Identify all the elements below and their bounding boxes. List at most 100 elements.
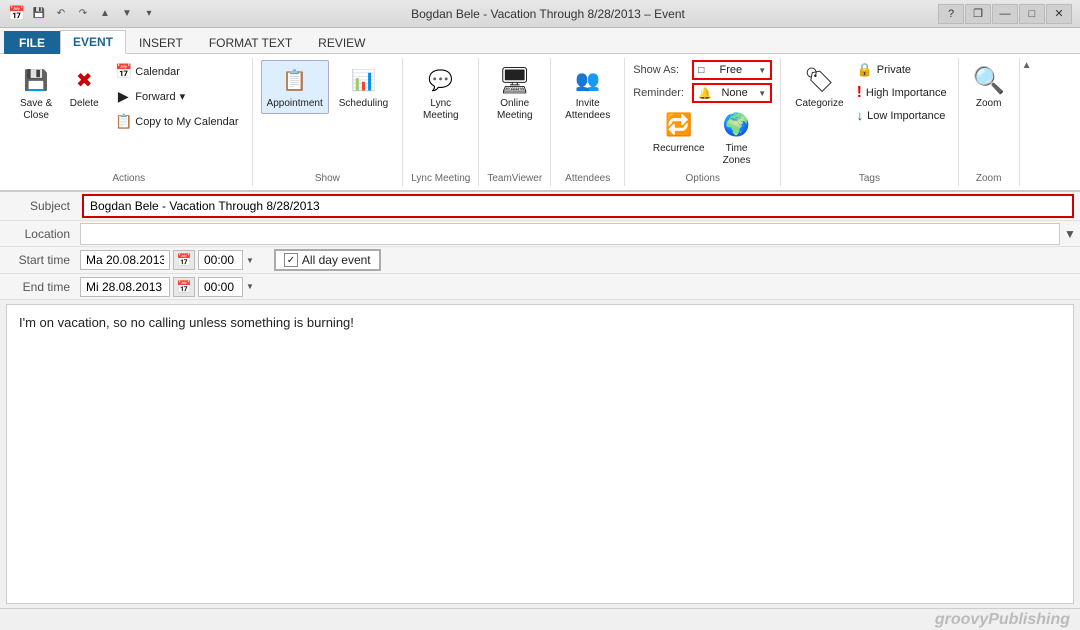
delete-button[interactable]: ✖ Delete bbox=[62, 60, 106, 114]
low-importance-tag[interactable]: ↓ Low Importance bbox=[854, 106, 950, 125]
lync-group-label: Lync Meeting bbox=[411, 171, 470, 184]
subject-row: Subject bbox=[0, 192, 1080, 221]
more-qa-btn[interactable]: ▾ bbox=[140, 5, 158, 23]
high-importance-tag[interactable]: ! High Importance bbox=[854, 82, 950, 104]
start-time-label: Start time bbox=[0, 250, 80, 270]
subject-label: Subject bbox=[0, 196, 80, 216]
move-up-btn[interactable]: ▲ bbox=[96, 5, 114, 23]
start-date-input[interactable] bbox=[80, 250, 170, 270]
copy-mycalendar-label: Copy to My Calendar bbox=[135, 116, 238, 128]
location-input[interactable] bbox=[80, 223, 1060, 245]
show-as-reminder-options: Show As: □ Free ▼ Reminder: 🔔 None ▼ bbox=[633, 60, 772, 103]
show-as-dropdown[interactable]: □ Free ▼ bbox=[692, 60, 772, 80]
attendees-content: 👥 InviteAttendees bbox=[559, 60, 616, 171]
move-down-btn[interactable]: ▼ bbox=[118, 5, 136, 23]
start-time-dropdown-arrow[interactable]: ▼ bbox=[246, 256, 254, 265]
online-meeting-button[interactable]: 🖥 OnlineMeeting bbox=[491, 60, 539, 126]
ribbon-group-show: 📋 Appointment 📊 Scheduling Show bbox=[253, 58, 404, 186]
tab-event[interactable]: EVENT bbox=[60, 30, 126, 54]
categorize-icon: 🏷 bbox=[803, 64, 835, 96]
location-row: Location ▼ bbox=[0, 221, 1080, 247]
calendar-small-icon: 📅 bbox=[115, 63, 131, 80]
end-date-picker-btn[interactable]: 📅 bbox=[173, 277, 195, 297]
show-content: 📋 Appointment 📊 Scheduling bbox=[261, 60, 395, 171]
show-as-value: Free bbox=[719, 64, 742, 76]
actions-group-label: Actions bbox=[14, 171, 244, 184]
scheduling-label: Scheduling bbox=[339, 98, 388, 110]
save-quick-btn[interactable]: 💾 bbox=[30, 5, 48, 23]
lync-meeting-label: LyncMeeting bbox=[423, 98, 459, 122]
zoom-label: Zoom bbox=[976, 98, 1002, 110]
save-close-icon: 💾 bbox=[20, 64, 52, 96]
event-body-area[interactable]: I'm on vacation, so no calling unless so… bbox=[6, 304, 1074, 604]
location-dropdown-btn[interactable]: ▼ bbox=[1060, 227, 1080, 241]
recurrence-button[interactable]: 🔁 Recurrence bbox=[647, 105, 711, 159]
reminder-dropdown[interactable]: 🔔 None ▼ bbox=[692, 83, 772, 103]
end-time-label: End time bbox=[0, 277, 80, 297]
title-bar: 📅 💾 ↶ ↷ ▲ ▼ ▾ Bogdan Bele - Vacation Thr… bbox=[0, 0, 1080, 28]
lync-meeting-button[interactable]: 💬 LyncMeeting bbox=[417, 60, 465, 126]
subject-input[interactable] bbox=[82, 194, 1074, 218]
tab-review[interactable]: REVIEW bbox=[305, 31, 378, 54]
time-zones-icon: 🌍 bbox=[721, 109, 753, 141]
recurrence-label: Recurrence bbox=[653, 143, 705, 155]
tab-insert[interactable]: INSERT bbox=[126, 31, 196, 54]
save-close-button[interactable]: 💾 Save &Close bbox=[14, 60, 58, 126]
start-time-input[interactable] bbox=[198, 250, 243, 270]
end-date-group: 📅 ▼ bbox=[80, 277, 254, 297]
ribbon-tabs: FILE EVENT INSERT FORMAT TEXT REVIEW bbox=[0, 28, 1080, 54]
lync-content: 💬 LyncMeeting bbox=[417, 60, 465, 171]
forward-button[interactable]: ▶ Forward ▾ bbox=[110, 85, 243, 108]
close-btn[interactable]: ✕ bbox=[1046, 4, 1072, 24]
restore-btn[interactable]: ❐ bbox=[965, 4, 991, 24]
forward-dropdown-arrow[interactable]: ▾ bbox=[180, 90, 186, 103]
end-time-dropdown-arrow[interactable]: ▼ bbox=[246, 282, 254, 291]
end-date-input[interactable] bbox=[80, 277, 170, 297]
scheduling-button[interactable]: 📊 Scheduling bbox=[333, 60, 394, 114]
maximize-btn[interactable]: □ bbox=[1019, 4, 1045, 24]
forward-icon: ▶ bbox=[115, 88, 131, 105]
quick-access-toolbar: 📅 💾 ↶ ↷ ▲ ▼ ▾ bbox=[8, 5, 158, 23]
actions-content: 💾 Save &Close ✖ Delete 📅 Calendar ▶ Forw… bbox=[14, 60, 244, 171]
ribbon-group-lync: 💬 LyncMeeting Lync Meeting bbox=[403, 58, 479, 186]
end-time-input[interactable] bbox=[198, 277, 243, 297]
private-tag[interactable]: 🔒 Private bbox=[854, 60, 950, 80]
categorize-button[interactable]: 🏷 Categorize bbox=[789, 60, 849, 114]
redo-btn[interactable]: ↷ bbox=[74, 5, 92, 23]
show-as-label: Show As: bbox=[633, 64, 688, 76]
delete-label: Delete bbox=[70, 98, 99, 110]
private-label: Private bbox=[877, 64, 911, 76]
all-day-event-checkbox[interactable]: ✓ All day event bbox=[274, 249, 381, 271]
show-as-checkbox-icon: □ bbox=[698, 65, 704, 76]
copy-mycalendar-button[interactable]: 📋 Copy to My Calendar bbox=[110, 110, 243, 133]
ribbon-collapse[interactable]: ▲ bbox=[1020, 58, 1034, 186]
help-btn[interactable]: ? bbox=[938, 4, 964, 24]
time-zones-button[interactable]: 🌍 TimeZones bbox=[715, 105, 759, 171]
ribbon-group-online: 🖥 OnlineMeeting TeamViewer bbox=[479, 58, 551, 186]
tab-format-text[interactable]: FORMAT TEXT bbox=[196, 31, 305, 54]
all-day-checkbox-box[interactable]: ✓ bbox=[284, 253, 298, 267]
time-zones-label: TimeZones bbox=[723, 143, 751, 167]
options-content: Show As: □ Free ▼ Reminder: 🔔 None ▼ bbox=[633, 60, 772, 103]
tab-file[interactable]: FILE bbox=[4, 31, 60, 54]
invite-attendees-button[interactable]: 👥 InviteAttendees bbox=[559, 60, 616, 126]
invite-attendees-icon: 👥 bbox=[572, 64, 604, 96]
status-bar: groovyPublishing bbox=[0, 608, 1080, 630]
ribbon-group-zoom: 🔍 Zoom Zoom bbox=[959, 58, 1020, 186]
online-group-label: TeamViewer bbox=[487, 171, 542, 184]
window-controls: ? ❐ — □ ✕ bbox=[938, 4, 1072, 24]
start-date-picker-btn[interactable]: 📅 bbox=[173, 250, 195, 270]
ribbon-group-options: Show As: □ Free ▼ Reminder: 🔔 None ▼ bbox=[625, 58, 781, 186]
undo-btn[interactable]: ↶ bbox=[52, 5, 70, 23]
low-importance-label: Low Importance bbox=[867, 110, 945, 122]
minimize-btn[interactable]: — bbox=[992, 4, 1018, 24]
copy-to-calendar-button[interactable]: 📅 Calendar bbox=[110, 60, 243, 83]
reminder-arrow: ▼ bbox=[758, 89, 766, 98]
importance-tags: 🔒 Private ! High Importance ↓ Low Import… bbox=[854, 60, 950, 125]
appointment-button[interactable]: 📋 Appointment bbox=[261, 60, 329, 114]
all-day-label: All day event bbox=[302, 253, 371, 267]
invite-attendees-label: InviteAttendees bbox=[565, 98, 610, 122]
lync-meeting-icon: 💬 bbox=[425, 64, 457, 96]
high-importance-label: High Importance bbox=[866, 87, 947, 99]
zoom-button[interactable]: 🔍 Zoom bbox=[967, 60, 1011, 114]
